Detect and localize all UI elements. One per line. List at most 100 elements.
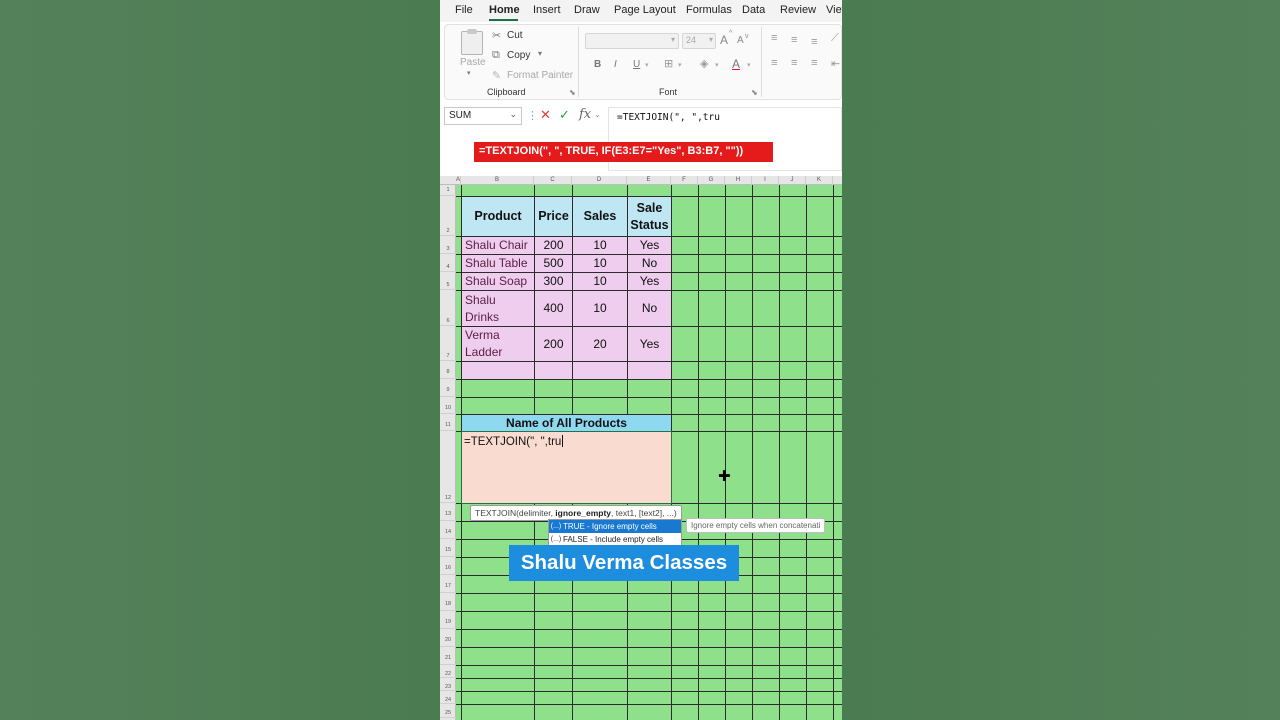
row-header-6[interactable]: 6: [440, 290, 456, 326]
fill-color-chevron-icon[interactable]: ▾: [715, 61, 719, 69]
fill-color-icon[interactable]: ◈: [700, 57, 708, 70]
align-top-icon[interactable]: ≡: [771, 32, 777, 44]
row-header-9[interactable]: 9: [440, 379, 456, 397]
paste-icon[interactable]: [461, 29, 483, 55]
column-header-k[interactable]: K: [806, 176, 833, 185]
row-header-4[interactable]: 4: [440, 254, 456, 272]
insert-function-icon[interactable]: fx: [579, 107, 591, 122]
cut-button[interactable]: Cut: [507, 30, 523, 41]
borders-icon[interactable]: ⊞: [664, 57, 673, 70]
font-launcher-icon[interactable]: ⬊: [751, 88, 758, 97]
column-header-b[interactable]: B: [461, 176, 534, 185]
cell-grid[interactable]: Product Price Sales Sale Status Shalu Ch…: [456, 185, 842, 720]
cell-sales[interactable]: 20: [573, 327, 627, 361]
row-header-19[interactable]: 19: [440, 611, 456, 629]
align-center-icon[interactable]: ≡: [791, 57, 797, 69]
row-header-23[interactable]: 23: [440, 678, 456, 691]
cell-price[interactable]: 400: [535, 291, 572, 326]
align-bottom-icon[interactable]: ≡: [811, 36, 817, 48]
editing-cell[interactable]: =TEXTJOIN(", ",tru: [464, 435, 564, 448]
font-name-select[interactable]: [585, 33, 679, 49]
cancel-icon[interactable]: ✕: [540, 107, 551, 123]
row-header-15[interactable]: 15: [440, 539, 456, 557]
scissors-icon[interactable]: ✂: [492, 29, 501, 42]
font-color-button[interactable]: A: [732, 57, 740, 71]
format-painter-icon[interactable]: ✎: [492, 69, 501, 82]
row-header-20[interactable]: 20: [440, 629, 456, 647]
copy-dropdown-icon[interactable]: ▾: [538, 49, 542, 58]
column-header-g[interactable]: G: [698, 176, 725, 185]
cell-status[interactable]: Yes: [628, 237, 671, 254]
row-header-5[interactable]: 5: [440, 272, 456, 290]
cell-status[interactable]: No: [628, 255, 671, 272]
cell-status[interactable]: Yes: [628, 327, 671, 361]
cell-price[interactable]: 500: [535, 255, 572, 272]
borders-chevron-icon[interactable]: ▾: [678, 61, 682, 69]
row-header-12[interactable]: 12: [440, 431, 456, 503]
column-header-e[interactable]: E: [627, 176, 671, 185]
enter-icon[interactable]: ✓: [559, 107, 570, 123]
cell-product[interactable]: Verma Ladder: [462, 327, 518, 361]
column-header-i[interactable]: I: [752, 176, 779, 185]
tab-page-layout[interactable]: Page Layout: [614, 4, 676, 16]
column-header-h[interactable]: H: [725, 176, 752, 185]
cell-sales[interactable]: 10: [573, 237, 627, 254]
paste-label[interactable]: Paste: [460, 57, 486, 68]
font-color-chevron-icon[interactable]: ▾: [747, 61, 751, 69]
tab-draw[interactable]: Draw: [574, 4, 600, 16]
row-header-8[interactable]: 8: [440, 361, 456, 379]
tab-view[interactable]: View: [826, 4, 842, 16]
cell-sales[interactable]: 10: [573, 255, 627, 272]
row-header-16[interactable]: 16: [440, 557, 456, 575]
row-header-11[interactable]: 11: [440, 414, 456, 431]
copy-icon[interactable]: ⧉: [492, 49, 500, 62]
bold-button[interactable]: B: [594, 59, 601, 70]
tab-review[interactable]: Review: [780, 4, 816, 16]
column-header-d[interactable]: D: [572, 176, 627, 185]
column-header-j[interactable]: J: [779, 176, 806, 185]
align-middle-icon[interactable]: ≡: [791, 34, 797, 46]
result-title[interactable]: Name of All Products: [462, 415, 671, 431]
paste-dropdown-icon[interactable]: ▾: [467, 69, 471, 77]
align-left-icon[interactable]: ≡: [771, 57, 777, 69]
clipboard-launcher-icon[interactable]: ⬊: [569, 88, 576, 97]
indent-icon[interactable]: ⇤: [831, 57, 840, 70]
cell-sales[interactable]: 10: [573, 291, 627, 326]
formula-chevron-icon[interactable]: ⌄: [594, 110, 601, 119]
row-header-3[interactable]: 3: [440, 236, 456, 254]
orientation-icon[interactable]: ⟋: [831, 32, 839, 45]
cell-product[interactable]: Shalu Drinks: [462, 291, 518, 326]
header-sale-status[interactable]: Sale Status: [628, 197, 671, 236]
cell-product[interactable]: Shalu Soap: [462, 273, 534, 290]
tab-home[interactable]: Home: [489, 4, 520, 16]
tab-file[interactable]: File: [455, 4, 473, 16]
shrink-font-button[interactable]: A: [737, 35, 744, 46]
tooltip-function-name[interactable]: TEXTJOIN(: [475, 508, 519, 518]
column-header-c[interactable]: C: [534, 176, 572, 185]
row-header-22[interactable]: 22: [440, 665, 456, 678]
grow-font-button[interactable]: A: [720, 33, 728, 47]
cell-product[interactable]: Shalu Chair: [462, 237, 534, 254]
row-header-24[interactable]: 24: [440, 691, 456, 704]
column-header-f[interactable]: F: [671, 176, 698, 185]
underline-button[interactable]: U: [633, 59, 640, 70]
name-box[interactable]: SUM ⌄: [444, 107, 522, 125]
cell-price[interactable]: 200: [535, 327, 572, 361]
tab-formulas[interactable]: Formulas: [686, 4, 732, 16]
row-header-21[interactable]: 21: [440, 647, 456, 665]
row-header-10[interactable]: 10: [440, 397, 456, 414]
cell-status[interactable]: Yes: [628, 273, 671, 290]
cell-price[interactable]: 300: [535, 273, 572, 290]
row-header-13[interactable]: 13: [440, 503, 456, 521]
format-painter-button[interactable]: Format Painter: [507, 70, 573, 81]
row-header-7[interactable]: 7: [440, 326, 456, 361]
tab-data[interactable]: Data: [742, 4, 765, 16]
autocomplete-item-true[interactable]: (...) TRUE - Ignore empty cells: [549, 520, 681, 533]
row-header-1[interactable]: 1: [440, 185, 456, 196]
row-header-17[interactable]: 17: [440, 575, 456, 593]
header-price[interactable]: Price: [535, 197, 572, 236]
tab-insert[interactable]: Insert: [533, 4, 561, 16]
underline-chevron-icon[interactable]: ▾: [645, 61, 649, 69]
align-right-icon[interactable]: ≡: [811, 57, 817, 69]
more-options-icon[interactable]: ⋮: [527, 109, 538, 122]
